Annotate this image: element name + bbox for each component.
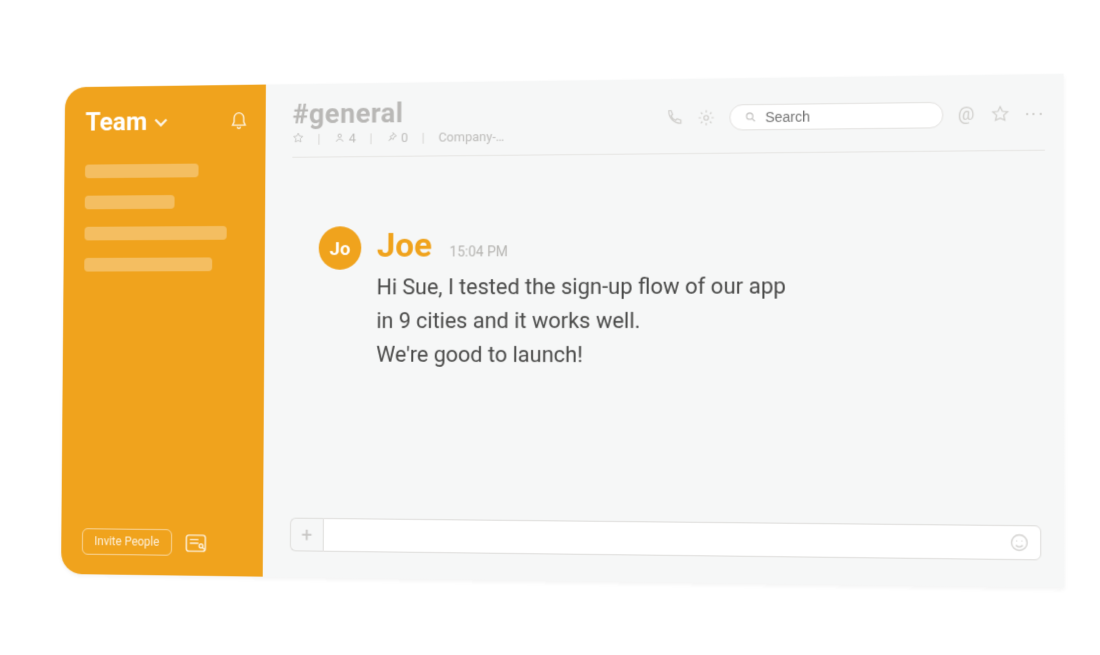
channel-name[interactable]: #general	[292, 95, 504, 130]
composer-input[interactable]	[333, 527, 1008, 551]
channel-subheader: | 4 | 0 | Company-…	[292, 130, 504, 147]
star-icon[interactable]	[292, 132, 304, 147]
bell-icon[interactable]	[229, 110, 248, 132]
message: Jo Joe 15:04 PM Hi Sue, I tested the sig…	[318, 222, 1022, 374]
attach-button[interactable]: +	[290, 518, 323, 552]
message-body: Hi Sue, I tested the sign-up flow of our…	[376, 270, 786, 374]
at-icon[interactable]: @	[958, 106, 977, 125]
team-label: Team	[85, 108, 147, 138]
search-input[interactable]	[729, 102, 943, 131]
chevron-down-icon	[155, 113, 168, 132]
sidebar-item-placeholder[interactable]	[85, 195, 175, 209]
sidebar-item-placeholder[interactable]	[84, 226, 226, 240]
pin-count[interactable]: 0	[386, 131, 408, 146]
directory-icon[interactable]	[185, 534, 206, 552]
channel-topic[interactable]: Company-…	[438, 130, 504, 146]
main-pane: #general | 4 | 0	[263, 74, 1065, 588]
member-count[interactable]: 4	[334, 132, 356, 147]
invite-people-button[interactable]: Invite People	[82, 528, 172, 556]
search-field[interactable]	[765, 107, 928, 125]
message-author[interactable]: Joe	[377, 226, 432, 266]
message-composer[interactable]	[323, 518, 1042, 560]
gear-icon[interactable]	[697, 109, 715, 127]
avatar[interactable]: Jo	[319, 226, 362, 270]
channel-header: #general | 4 | 0	[266, 74, 1064, 147]
team-switcher[interactable]: Team	[85, 106, 248, 137]
sidebar: Team Invite People	[61, 85, 266, 577]
star-outline-icon[interactable]	[991, 105, 1010, 124]
chat-window: Team Invite People	[61, 74, 1064, 588]
sidebar-item-placeholder[interactable]	[85, 164, 199, 179]
more-icon[interactable]: ⋮	[1024, 105, 1043, 124]
message-timestamp: 15:04 PM	[449, 244, 507, 260]
phone-icon[interactable]	[665, 109, 683, 127]
sidebar-item-placeholder[interactable]	[84, 257, 212, 271]
emoji-icon[interactable]	[1009, 532, 1030, 553]
